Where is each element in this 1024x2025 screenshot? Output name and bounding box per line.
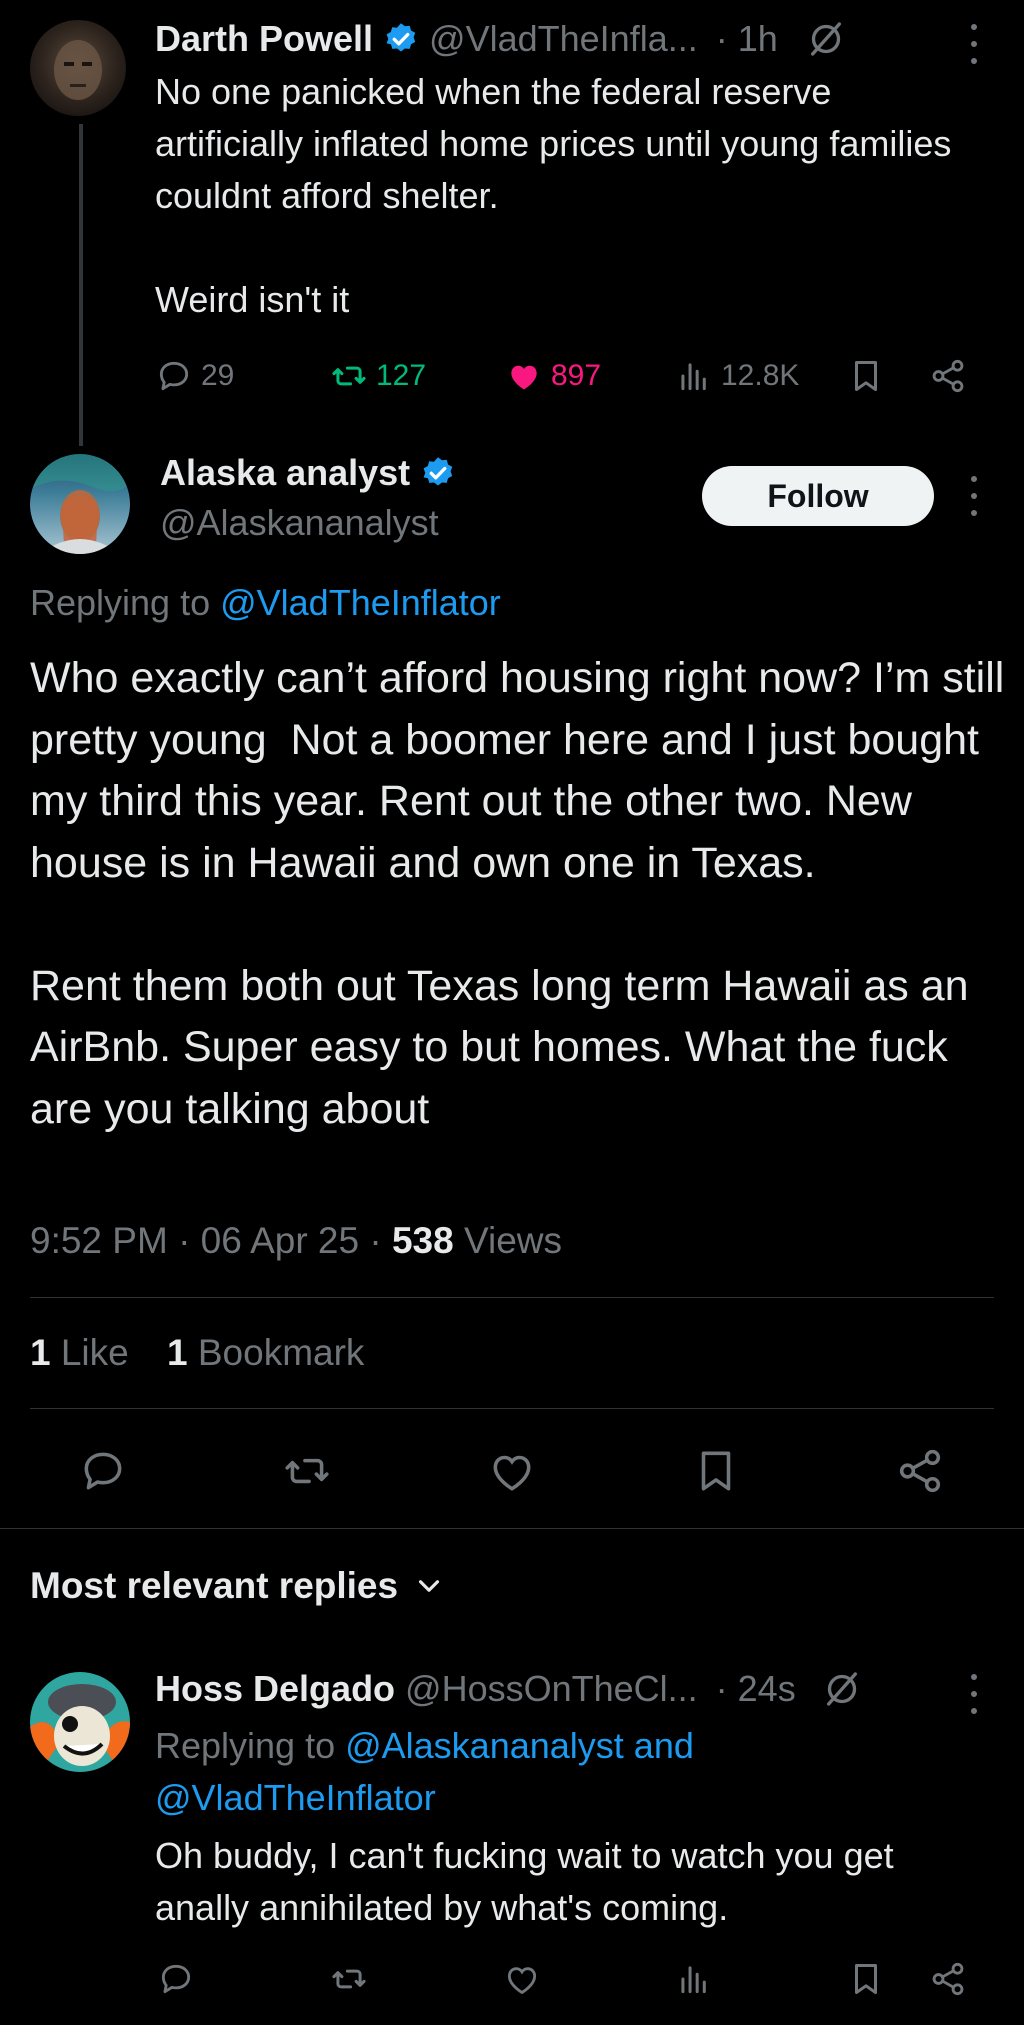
chevron-down-icon <box>419 1580 440 1592</box>
main-tweet-meta: 9:52 PM · 06 Apr 25 · 538 Views <box>30 1220 562 1262</box>
parent-reply-count: 29 <box>201 359 235 392</box>
parent-action-bar: 29 127 897 12.8K <box>155 354 975 398</box>
reply-text: Oh buddy, I can't fucking wait to watch … <box>155 1835 904 1928</box>
reply-replying-to: Replying to @Alaskananalyst and @VladThe… <box>155 1720 805 1824</box>
parent-more-icon[interactable] <box>962 24 986 64</box>
divider <box>30 1297 994 1298</box>
reply-replying-prefix: Replying to <box>155 1725 346 1766</box>
reply-author-avatar[interactable] <box>30 1672 130 1772</box>
parent-author-name[interactable]: Darth Powell <box>155 18 373 60</box>
parent-like-count: 897 <box>551 359 602 392</box>
replies-sort-dropdown[interactable]: Most relevant replies <box>30 1565 446 1607</box>
like-icon <box>511 365 537 390</box>
reply-action-bar <box>155 1960 975 2004</box>
reply-icon <box>159 361 189 391</box>
parent-like-button[interactable]: 897 <box>505 357 601 395</box>
main-author-avatar[interactable] <box>30 454 130 554</box>
reply-author-handle[interactable]: @HossOnTheCl... <box>405 1668 698 1710</box>
reply-icon[interactable] <box>157 1960 195 1998</box>
main-author-handle[interactable]: @Alaskananalyst <box>160 502 439 544</box>
main-replying-link[interactable]: @VladTheInflator <box>220 582 501 623</box>
views-icon[interactable] <box>675 1960 713 1998</box>
like-icon[interactable] <box>503 1960 541 1998</box>
parent-time[interactable]: · 1h <box>716 18 778 60</box>
bookmark-icon[interactable] <box>691 1446 741 1496</box>
section-divider <box>0 1528 1024 1529</box>
repost-icon[interactable] <box>282 1446 332 1496</box>
bookmark-icon[interactable] <box>847 1960 885 1998</box>
views-icon <box>681 363 706 391</box>
reply-author-name[interactable]: Hoss Delgado <box>155 1668 395 1710</box>
main-more-icon[interactable] <box>962 476 986 516</box>
parent-repost-button[interactable]: 127 <box>330 357 426 395</box>
main-author-name[interactable]: Alaska analyst <box>160 452 410 494</box>
grok-icon[interactable] <box>806 19 846 59</box>
main-timestamp[interactable]: 9:52 PM · 06 Apr 25 · <box>30 1220 392 1261</box>
bookmarks-label: Bookmark <box>187 1332 365 1373</box>
reply-more-icon[interactable] <box>962 1674 986 1714</box>
reply-icon[interactable] <box>78 1446 128 1496</box>
thread-line <box>79 124 83 446</box>
main-author-name-row: Alaska analyst <box>160 452 456 494</box>
reply-time[interactable]: · 24s <box>716 1668 796 1710</box>
parent-view-count: 12.8K <box>721 359 800 392</box>
share-icon[interactable] <box>929 1960 967 1998</box>
main-views-label: Views <box>453 1220 563 1261</box>
share-icon[interactable] <box>895 1446 945 1496</box>
parent-share-icon[interactable] <box>929 357 967 395</box>
bookmarks-stat[interactable]: 1 Bookmark <box>167 1332 364 1373</box>
parent-tweet-text: No one panicked when the federal reserve… <box>155 71 952 320</box>
main-tweet-text: Who exactly can’t afford housing right n… <box>30 654 1005 1133</box>
parent-header: Darth Powell @VladTheInfla... · 1h <box>155 18 955 60</box>
likes-stat[interactable]: 1 Like <box>30 1332 129 1373</box>
main-replying-to: Replying to @VladTheInflator <box>30 582 501 624</box>
parent-repost-count: 127 <box>376 359 427 392</box>
verified-icon <box>423 457 453 486</box>
parent-author-handle[interactable]: @VladTheInfla... <box>429 18 698 60</box>
parent-author-avatar[interactable] <box>30 20 126 116</box>
parent-views-button[interactable]: 12.8K <box>675 357 799 395</box>
main-action-bar <box>0 1446 1024 1496</box>
reply-header: Hoss Delgado @HossOnTheCl... · 24s <box>155 1668 955 1710</box>
parent-reply-button[interactable]: 29 <box>155 357 234 395</box>
likes-label: Like <box>50 1332 129 1373</box>
main-replying-prefix: Replying to <box>30 582 221 623</box>
follow-button[interactable]: Follow <box>702 466 934 526</box>
replies-sort-label: Most relevant replies <box>30 1565 399 1606</box>
repost-icon <box>332 366 366 386</box>
like-icon[interactable] <box>487 1446 537 1496</box>
bookmarks-count: 1 <box>167 1332 188 1373</box>
parent-bookmark-icon[interactable] <box>847 357 885 395</box>
divider <box>30 1408 994 1409</box>
main-views-count: 538 <box>391 1220 454 1261</box>
repost-icon[interactable] <box>330 1960 368 1998</box>
verified-icon <box>386 23 416 52</box>
likes-count: 1 <box>30 1332 51 1373</box>
engagement-stats: 1 Like 1 Bookmark <box>30 1332 364 1374</box>
grok-icon[interactable] <box>822 1669 862 1709</box>
